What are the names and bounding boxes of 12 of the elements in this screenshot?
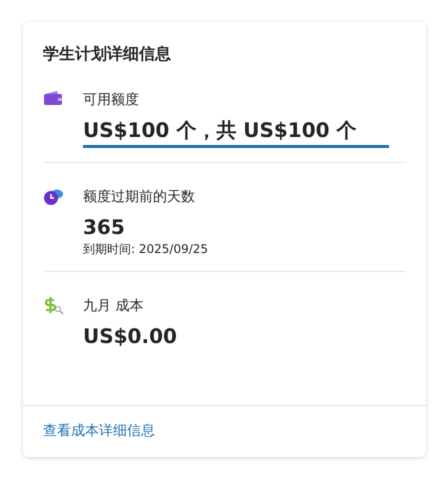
metric-value: US$100 个，共 US$100 个 [83,117,358,144]
metric-value: 365 [83,214,126,241]
cloud-clock-icon [43,187,64,206]
metric-label: 额度过期前的天数 [83,188,196,207]
metric-label: 可用额度 [83,91,140,110]
wallet-icon [43,90,63,106]
cost-details-link[interactable]: 查看成本详细信息 [43,423,155,439]
expiry-date: 到期时间: 2025/09/25 [83,241,210,257]
card-title: 学生计划详细信息 [43,43,172,65]
dollar-search-icon [43,296,64,315]
metric-value: US$0.00 [83,323,178,350]
metric-label: 九月 成本 [83,297,144,316]
